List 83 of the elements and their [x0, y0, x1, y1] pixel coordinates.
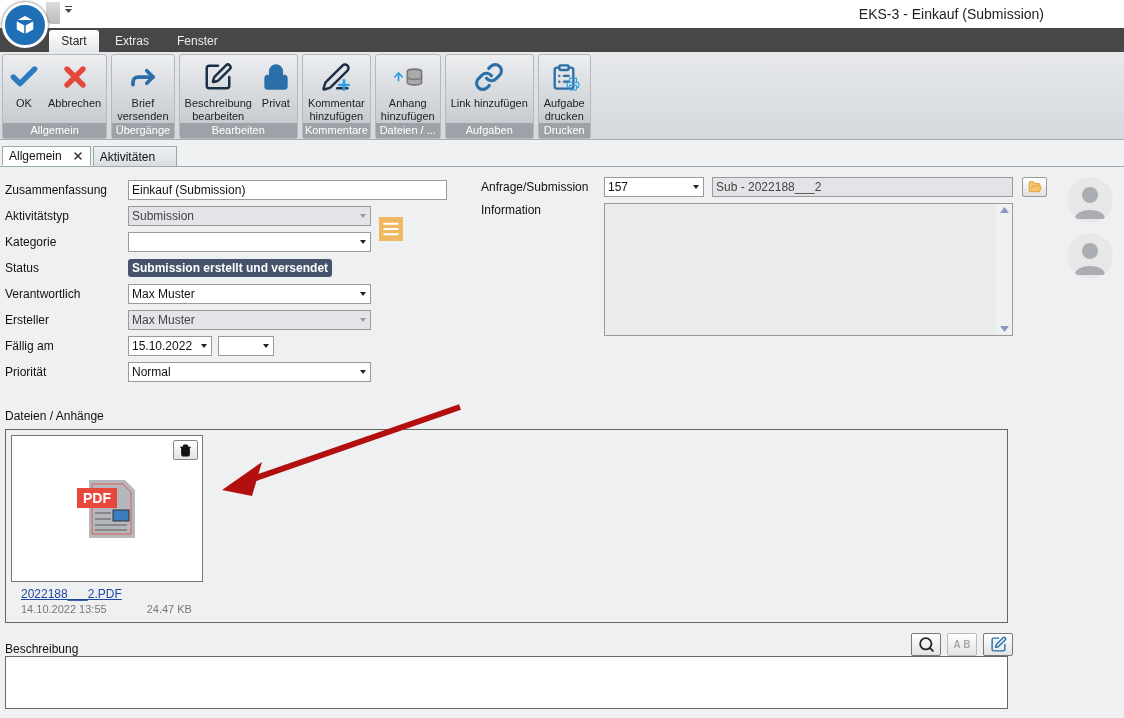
edit-button[interactable] [983, 633, 1013, 656]
field-value: Max Muster [132, 287, 195, 301]
group-caption: Übergänge [112, 123, 174, 138]
tab-label: Allgemein [9, 149, 62, 163]
reference-field: Sub - 2022188___2 [712, 177, 1013, 197]
time-field[interactable] [218, 336, 274, 356]
file-link[interactable]: 2022188___2.PDF [21, 587, 203, 601]
dropdown-caret-icon [693, 185, 699, 189]
scrollbar[interactable] [996, 204, 1012, 335]
section-label: Beschreibung [5, 642, 79, 656]
group-caption: Allgemein [3, 123, 107, 138]
field-value: Normal [132, 365, 171, 379]
field-label: Fällig am [5, 339, 55, 353]
date-field[interactable]: 15.10.2022 [128, 336, 212, 356]
field-value: Submission [132, 209, 195, 223]
ribbon-button[interactable]: Brief versenden [114, 55, 172, 123]
ribbon-tab[interactable]: Fenster [165, 30, 230, 52]
file-size: 24.47 KB [146, 603, 192, 615]
ribbon-button[interactable]: Aufgabe drucken [540, 55, 588, 123]
ribbon-tab[interactable]: Start [49, 30, 99, 52]
ribbon-tab[interactable]: Extras [103, 30, 161, 52]
field-label: Information [481, 203, 543, 217]
group-caption: Bearbeiten [179, 123, 297, 138]
dropdown-caret-icon [360, 214, 366, 218]
field-label: Priorität [5, 365, 48, 379]
dropdown-field[interactable]: Normal [128, 362, 371, 382]
dropdown-caret-icon [360, 318, 366, 322]
group-caption: Kommentare [302, 123, 370, 138]
dropdown-caret-icon [263, 344, 269, 348]
ribbon-button[interactable]: OK [5, 55, 43, 123]
quick-access-tab[interactable] [46, 2, 60, 24]
field-value: 157 [608, 180, 629, 194]
scroll-up-icon[interactable] [999, 207, 1009, 213]
ribbon-button[interactable]: Abbrechen [45, 55, 105, 123]
dropdown-caret-icon [360, 240, 366, 244]
field-label: Verantwortlich [5, 287, 82, 301]
field-label: Anfrage/Submission [481, 180, 590, 194]
dropdown-caret-icon [360, 292, 366, 296]
dropdown-caret-icon [201, 344, 207, 348]
avatar-icon [1067, 233, 1113, 279]
ribbon-button[interactable]: Anhang hinzufügen [377, 55, 438, 123]
window-title: EKS-3 - Einkauf (Submission) [858, 6, 1044, 22]
ribbon-button[interactable]: Beschreibung bearbeiten [181, 55, 255, 123]
delete-button[interactable] [173, 440, 198, 460]
scroll-down-icon[interactable] [999, 326, 1009, 332]
field-label: Kategorie [5, 235, 58, 249]
document-tab[interactable]: Allgemein [2, 146, 91, 166]
zoom-button[interactable] [911, 633, 941, 656]
document-tab[interactable]: Aktivitäten [92, 146, 177, 166]
file-date: 14.10.2022 13:55 [21, 603, 107, 615]
dropdown-field[interactable] [128, 232, 371, 252]
avatar-icon [1067, 177, 1113, 223]
field-label: Aktivitätstyp [5, 209, 71, 223]
information-field[interactable] [604, 203, 1013, 336]
tab-label: Aktivitäten [99, 149, 156, 164]
description-field[interactable] [5, 656, 1008, 709]
group-caption: Dateien / ... [375, 123, 440, 138]
text-field[interactable]: Einkauf (Submission) [128, 180, 447, 200]
pen-plus-icon [320, 61, 353, 93]
customize-caret-icon[interactable] [65, 6, 72, 14]
folder-button[interactable] [1022, 177, 1047, 197]
field-label: Zusammenfassung [5, 183, 109, 197]
field-value: 15.10.2022 [132, 339, 193, 353]
ribbon-button[interactable]: Kommentar hinzufügen [304, 55, 368, 123]
ribbon-button[interactable]: Privat [256, 55, 295, 123]
section-label: Dateien / Anhänge [5, 409, 104, 423]
dropdown-caret-icon [360, 370, 366, 374]
dropdown-field[interactable]: Max Muster [128, 284, 371, 304]
group-caption: Aufgaben [445, 123, 533, 138]
file-thumbnail[interactable]: PDF [11, 435, 203, 582]
magnifier-icon [917, 636, 935, 653]
group-caption: Drucken [538, 123, 590, 138]
field-label: Status [5, 261, 41, 275]
ribbon-button[interactable]: Link hinzufügen [447, 55, 531, 123]
dropdown-field[interactable]: 157 [604, 177, 704, 197]
status-badge: Submission erstellt und versendet [128, 259, 333, 277]
chain-link-icon [473, 61, 506, 93]
folder-icon [1027, 180, 1042, 194]
edit-icon [989, 636, 1007, 653]
trash-icon [179, 443, 192, 457]
close-icon[interactable] [71, 150, 84, 162]
field-value: Max Muster [132, 313, 195, 327]
field-label: Ersteller [5, 313, 50, 327]
